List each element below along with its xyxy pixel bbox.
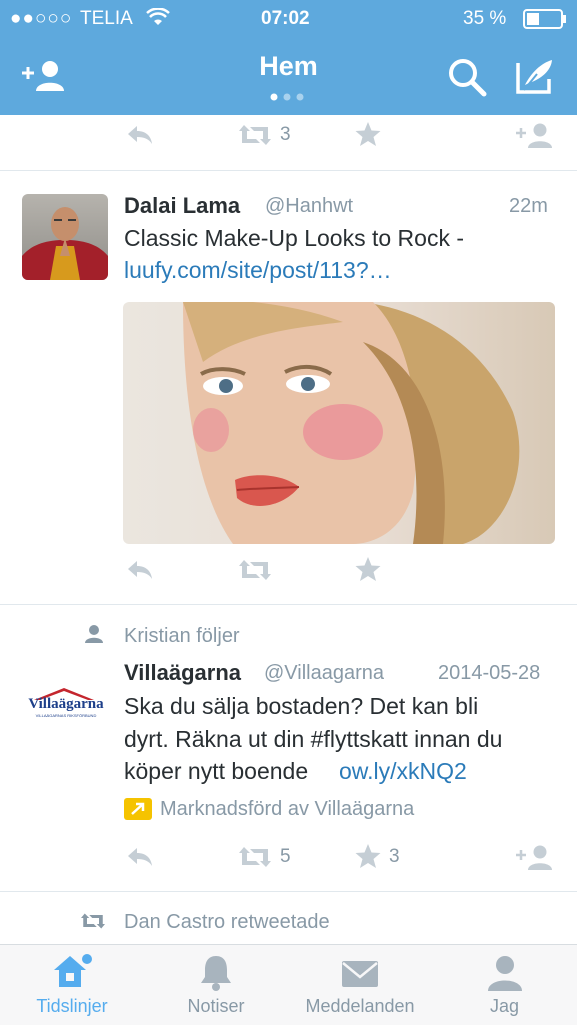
retweet-icon: [80, 912, 106, 935]
logo-text: Villaägarna: [28, 696, 104, 712]
retweet-count: 5: [280, 846, 291, 867]
favorite-button[interactable]: [354, 843, 382, 870]
carrier-name: TELIA: [80, 8, 133, 29]
tweet-link[interactable]: luufy.com/site/post/113?…: [124, 257, 392, 284]
divider: [0, 604, 577, 605]
favorite-button[interactable]: [354, 556, 382, 583]
favorite-button[interactable]: [354, 121, 382, 148]
person-icon: [84, 624, 104, 649]
wifi-icon: [146, 7, 170, 31]
compose-icon[interactable]: [515, 57, 555, 100]
retweet-count: 3: [280, 124, 291, 145]
tweet-time: 2014-05-28: [438, 662, 541, 684]
reply-button[interactable]: [126, 124, 154, 146]
tab-label: Meddelanden: [305, 996, 415, 1016]
divider: [0, 170, 577, 171]
top-bar: ●●○○○ TELIA 07:02 35 % Hem: [0, 0, 577, 115]
signal-strength: ●●○○○: [10, 8, 73, 29]
battery-icon: [523, 9, 567, 34]
follow-button[interactable]: [515, 121, 555, 149]
divider: [0, 891, 577, 892]
tab-bar: Tidslinjer Notiser Meddelanden Jag: [0, 944, 577, 1025]
tab-notifications[interactable]: Notiser: [144, 945, 288, 1025]
tab-label: Notiser: [187, 996, 245, 1016]
favorite-count: 3: [389, 846, 400, 867]
retweet-button[interactable]: [238, 123, 272, 147]
tweet-text: Classic Make-Up Looks to Rock -: [124, 225, 464, 251]
search-icon[interactable]: [447, 57, 487, 102]
author-handle[interactable]: @Villaagarna: [264, 662, 384, 685]
home-icon: [50, 953, 94, 998]
tweet-text-line: köper nytt boende: [124, 758, 309, 784]
avatar[interactable]: Villaägarna VILLAÄGARNAS RIKSFÖRBUND: [24, 686, 106, 722]
author-handle[interactable]: @Hanhwt: [265, 195, 353, 218]
tweet-media-image[interactable]: [123, 302, 555, 544]
tweet-text-line: dyrt. Räkna ut din #flyttskatt innan du: [124, 726, 503, 752]
reply-button[interactable]: [126, 559, 154, 581]
bell-icon: [198, 953, 234, 998]
tab-label: Jag: [489, 996, 520, 1016]
tweet-text-line: Ska du sälja bostaden? Det kan bli: [124, 693, 479, 719]
avatar[interactable]: [22, 194, 108, 280]
tab-me[interactable]: Jag: [432, 945, 577, 1025]
follow-button[interactable]: [515, 843, 555, 871]
tweet-time: 22m: [509, 195, 548, 217]
tab-messages[interactable]: Meddelanden: [288, 945, 432, 1025]
clock: 07:02: [261, 8, 310, 29]
page-title: Hem: [259, 51, 318, 81]
person-icon: [485, 953, 525, 998]
envelope-icon: [340, 953, 380, 998]
social-context[interactable]: Kristian följer: [124, 625, 240, 648]
logo-subtext: VILLAÄGARNAS RIKSFÖRBUND: [35, 713, 97, 718]
retweet-button[interactable]: [238, 558, 272, 582]
tab-timelines[interactable]: Tidslinjer: [0, 945, 144, 1025]
retweet-button[interactable]: [238, 845, 272, 869]
author-name[interactable]: Dalai Lama: [124, 193, 240, 219]
page-indicator: [269, 89, 309, 107]
social-context[interactable]: Dan Castro retweetade: [124, 911, 330, 934]
battery-percent: 35 %: [463, 8, 507, 29]
author-name[interactable]: Villaägarna: [124, 660, 241, 686]
reply-button[interactable]: [126, 846, 154, 868]
tweet-link[interactable]: ow.ly/xkNQ2: [339, 758, 467, 785]
tab-label: Tidslinjer: [36, 996, 108, 1016]
promoted-label[interactable]: Marknadsförd av Villaägarna: [160, 798, 414, 821]
promoted-icon: [124, 798, 152, 820]
